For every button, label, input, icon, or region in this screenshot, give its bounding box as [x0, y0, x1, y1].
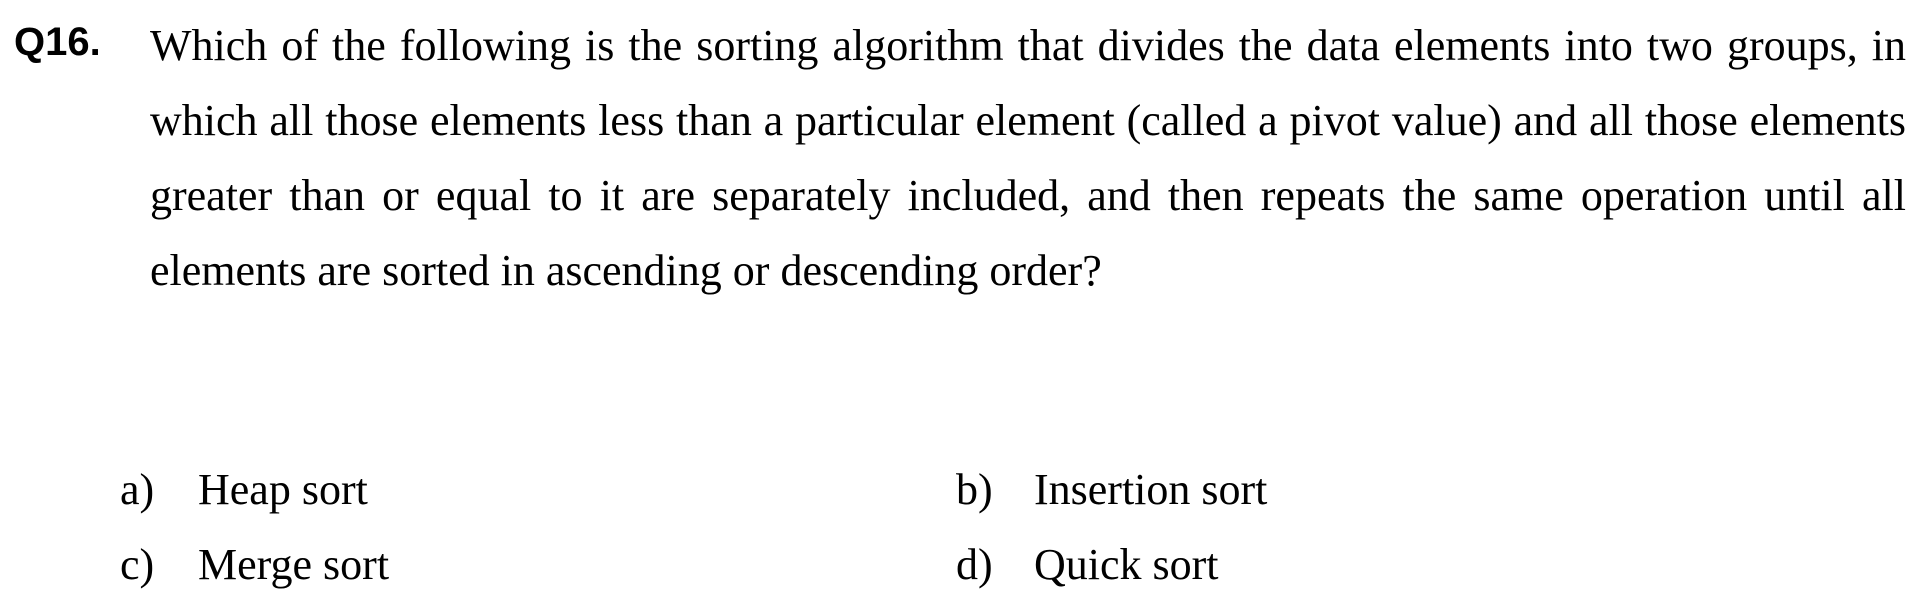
question-text: Which of the following is the sorting al… [150, 21, 1906, 295]
option-b: b) Insertion sort [956, 452, 1267, 527]
option-d: d) Quick sort [956, 527, 1219, 602]
option-letter: c) [120, 540, 155, 589]
option-letter: d) [956, 540, 993, 589]
option-text: Merge sort [198, 540, 390, 589]
option-letter: b) [956, 465, 993, 514]
question-number: Q16. [14, 20, 101, 64]
option-text: Quick sort [1034, 540, 1219, 589]
option-c: c) Merge sort [120, 527, 389, 602]
option-letter: a) [120, 465, 155, 514]
option-text: Heap sort [198, 465, 368, 514]
option-text: Insertion sort [1034, 465, 1268, 514]
option-a: a) Heap sort [120, 452, 368, 527]
